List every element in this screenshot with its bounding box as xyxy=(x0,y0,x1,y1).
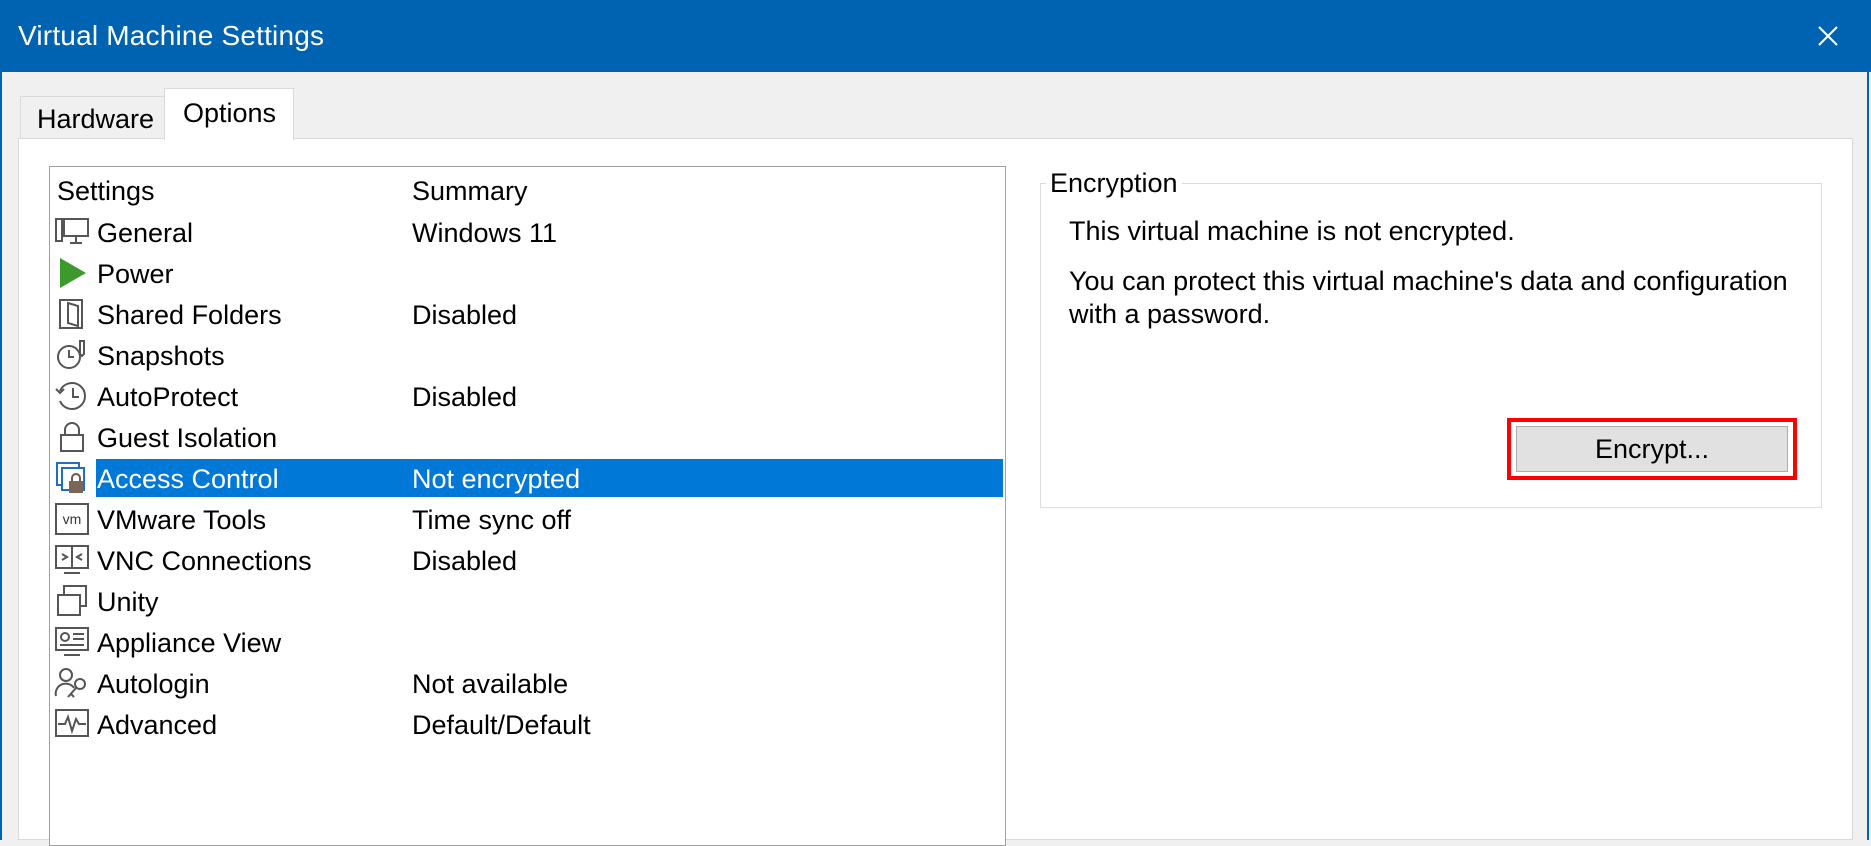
vnc-icon xyxy=(55,545,89,574)
list-item-snapshots[interactable]: Snapshots xyxy=(54,336,1003,374)
list-item-summary: Disabled xyxy=(412,382,518,412)
vmware-tools-icon: vm xyxy=(55,503,89,535)
list-item-advanced[interactable]: Advanced Default/Default xyxy=(54,705,1003,743)
list-item-label: AutoProtect xyxy=(97,382,239,412)
list-item-label: General xyxy=(97,218,194,248)
encryption-status-text: This virtual machine is not encrypted. xyxy=(1069,216,1515,246)
autologin-key-icon xyxy=(54,668,86,698)
list-item-label: Appliance View xyxy=(97,628,282,658)
title-bar: Virtual Machine Settings xyxy=(0,0,1871,72)
tab-options-label: Options xyxy=(183,98,277,128)
unity-icon xyxy=(57,585,87,616)
list-item-general[interactable]: General Windows 11 xyxy=(54,213,1003,251)
list-item-summary: Disabled xyxy=(412,300,518,330)
list-item-autologin[interactable]: Autologin Not available xyxy=(54,664,1003,702)
list-item-summary: Not available xyxy=(412,669,569,699)
summary-column-header[interactable]: Summary xyxy=(412,176,528,207)
list-item-label: Unity xyxy=(97,587,159,617)
list-item-access-control[interactable]: Access Control Not encrypted xyxy=(54,459,1003,497)
close-icon xyxy=(1818,26,1838,46)
power-play-icon xyxy=(60,258,86,288)
encryption-description: You can protect this virtual machine's d… xyxy=(1069,266,1788,329)
list-item-power[interactable]: Power xyxy=(54,254,1003,292)
encrypt-button[interactable]: Encrypt... xyxy=(1516,426,1788,472)
shared-folder-icon xyxy=(59,299,83,329)
list-item-label: Advanced xyxy=(97,710,218,740)
svg-text:vm: vm xyxy=(63,511,82,527)
list-item-unity[interactable]: Unity xyxy=(54,582,1003,620)
list-item-label: Guest Isolation xyxy=(97,423,278,453)
list-item-summary: Default/Default xyxy=(412,710,591,740)
list-item-summary: Disabled xyxy=(412,546,518,576)
tab-hardware-label: Hardware xyxy=(37,104,155,134)
list-item-summary: Windows 11 xyxy=(412,218,558,248)
snapshot-icon xyxy=(57,340,85,369)
tab-hardware[interactable]: Hardware xyxy=(20,96,166,138)
list-item-summary: Not encrypted xyxy=(412,464,581,494)
list-item-label: Power xyxy=(97,259,174,289)
close-button[interactable] xyxy=(1808,16,1848,56)
list-item-label: Shared Folders xyxy=(97,300,282,330)
settings-column-header[interactable]: Settings xyxy=(57,176,155,207)
list-item-label: VMware Tools xyxy=(97,505,267,535)
window-title: Virtual Machine Settings xyxy=(18,20,325,51)
appliance-view-icon xyxy=(55,627,89,656)
list-item-vnc-connections[interactable]: VNC Connections Disabled xyxy=(54,541,1003,579)
list-item-vmware-tools[interactable]: vm VMware Tools Time sync off xyxy=(54,500,1003,538)
access-control-icon xyxy=(56,462,85,493)
list-item-shared-folders[interactable]: Shared Folders Disabled xyxy=(54,295,1003,333)
encryption-group-title: Encryption xyxy=(1046,168,1182,199)
list-item-autoprotect[interactable]: AutoProtect Disabled xyxy=(54,377,1003,415)
list-item-appliance-view[interactable]: Appliance View xyxy=(54,623,1003,661)
monitor-icon xyxy=(55,218,89,244)
list-item-label: VNC Connections xyxy=(97,546,312,576)
lock-icon xyxy=(60,422,84,452)
advanced-pulse-icon xyxy=(55,709,89,737)
tab-options[interactable]: Options xyxy=(164,88,294,140)
list-item-label: Autologin xyxy=(97,669,210,699)
list-item-guest-isolation[interactable]: Guest Isolation xyxy=(54,418,1003,456)
list-item-label: Snapshots xyxy=(97,341,225,371)
autoprotect-clock-icon xyxy=(55,382,86,410)
list-item-summary: Time sync off xyxy=(412,505,572,535)
list-item-label: Access Control xyxy=(97,464,279,494)
